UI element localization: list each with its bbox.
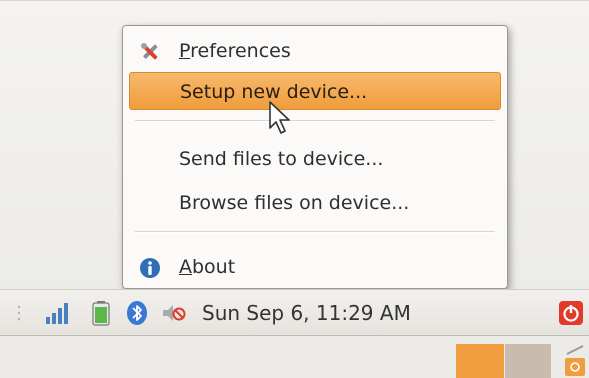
menu-separator [135,120,495,122]
info-icon [140,258,160,278]
orange-tile [456,344,504,378]
menu-item-about[interactable]: About [129,248,501,286]
top-panel: Sun Sep 6, 11:29 AM [0,289,589,336]
bluetooth-context-menu: Preferences Setup new device... Send fil… [122,25,508,289]
volume-muted-icon[interactable] [160,300,186,326]
tools-icon [141,43,158,60]
trash-icon[interactable] [562,342,588,378]
battery-icon[interactable] [88,300,114,326]
menu-item-label: About [179,256,236,278]
power-icon[interactable] [558,300,584,326]
mouse-pointer-icon [269,101,290,134]
bluetooth-icon[interactable] [124,300,150,326]
menu-item-label: Browse files on device... [179,192,410,214]
menu-item-preferences[interactable]: Preferences [129,32,501,70]
clock-label[interactable]: Sun Sep 6, 11:29 AM [202,290,411,337]
panel-grip-handle[interactable] [17,305,21,321]
menu-item-send-files[interactable]: Send files to device... [129,140,501,178]
menu-item-browse-files[interactable]: Browse files on device... [129,184,501,222]
menu-item-label: Preferences [179,40,291,62]
bottom-area [0,336,589,378]
beige-tile [505,344,551,378]
network-signal-icon[interactable] [44,300,70,326]
menu-item-label: Send files to device... [179,148,384,170]
menu-item-setup-new-device[interactable]: Setup new device... [129,72,501,110]
menu-separator [135,231,495,233]
